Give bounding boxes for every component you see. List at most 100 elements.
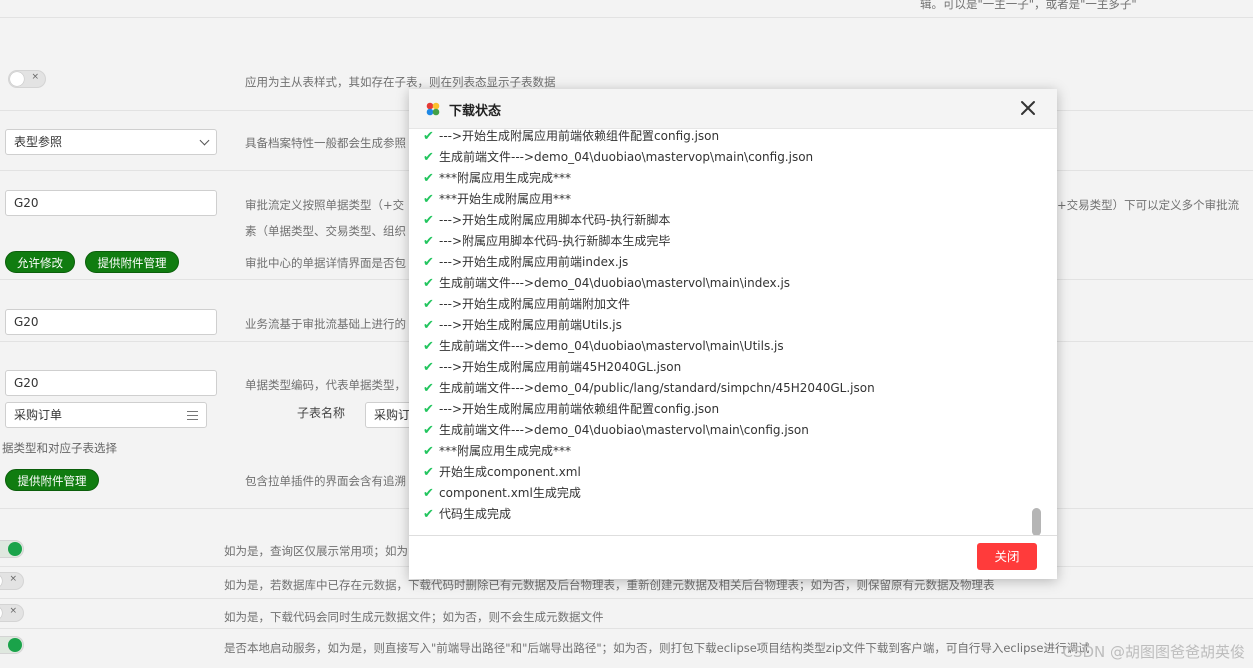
- log-line: ✔ 生成前端文件--->demo_04\duobiao\mastervol\mai…: [423, 336, 784, 357]
- log-line: ✔ 生成前端文件--->demo_04\duobiao\mastervol\mai…: [423, 420, 809, 441]
- log-line: ✔ --->开始生成附属应用脚本代码-执行新脚本: [423, 210, 670, 231]
- check-icon: ✔: [423, 423, 434, 438]
- check-icon: ✔: [423, 402, 434, 417]
- metadata-file-toggle[interactable]: ×: [0, 604, 24, 622]
- check-icon: ✔: [423, 255, 434, 270]
- bill-code-description: 单据类型编码，代表单据类型，: [245, 378, 406, 392]
- log-line: ✔ 开始生成component.xml: [423, 462, 581, 483]
- log-line-text: --->开始生成附属应用前端附加文件: [439, 297, 631, 311]
- log-line-text: component.xml生成完成: [439, 486, 581, 500]
- log-line-text: 生成前端文件--->demo_04\duobiao\mastervol\main…: [439, 423, 809, 437]
- archive-description: 具备档案特性一般都会生成参照: [245, 136, 406, 150]
- log-line: ✔ --->附属应用脚本代码-执行新脚本生成完毕: [423, 231, 670, 252]
- log-line-text: 代码生成完成: [439, 507, 512, 521]
- close-icon: ×: [9, 606, 17, 616]
- approval-description-line2: 素（单据类型、交易类型、组织: [245, 224, 406, 238]
- allow-modify-button[interactable]: 允许修改: [5, 251, 75, 273]
- check-icon: ✔: [423, 465, 434, 480]
- dialog-header: 下载状态: [409, 89, 1057, 129]
- type-ref-select[interactable]: 表型参照: [5, 129, 217, 155]
- approval-code-input[interactable]: G20: [5, 190, 217, 216]
- list-icon: [187, 411, 198, 420]
- purchase-order-select[interactable]: 采购订单: [5, 402, 207, 428]
- log-line-text: 生成前端文件--->demo_04\duobiao\mastervol\main…: [439, 339, 784, 353]
- pull-plugin-description: 包含拉单插件的界面会含有追溯: [245, 474, 406, 488]
- business-flow-description: 业务流基于审批流基础上进行的: [245, 317, 406, 331]
- log-line: ✔ --->开始生成附属应用前端45H2040GL.json: [423, 357, 681, 378]
- log-line-text: --->开始生成附属应用脚本代码-执行新脚本: [439, 213, 671, 227]
- check-icon: ✔: [423, 318, 434, 333]
- app-logo-icon: [426, 102, 440, 116]
- bill-child-select-label: 据类型和对应子表选择: [2, 441, 117, 455]
- log-line: ✔ ***附属应用生成完成***: [423, 168, 571, 189]
- toggle-knob: [8, 542, 22, 556]
- log-line: ✔ 生成前端文件--->demo_04\duobiao\mastervop\mai…: [423, 147, 813, 168]
- divider: [0, 598, 1253, 599]
- log-line-text: 生成前端文件--->demo_04/public/lang/standard/s…: [439, 381, 875, 395]
- check-icon: ✔: [423, 276, 434, 291]
- close-icon[interactable]: [1019, 99, 1037, 117]
- toggle-knob: [0, 606, 2, 620]
- check-icon: ✔: [423, 444, 434, 459]
- attachment-management-button-2[interactable]: 提供附件管理: [5, 469, 99, 491]
- purchase-order-value: 采购订单: [14, 408, 63, 422]
- log-line: ✔ component.xml生成完成: [423, 483, 581, 504]
- query-area-description: 如为是，查询区仅展示常用项；如为: [224, 544, 408, 558]
- log-line-text: ***附属应用生成完成***: [439, 171, 572, 185]
- divider: [0, 628, 1253, 629]
- log-line: ✔ --->开始生成附属应用前端附加文件: [423, 294, 630, 315]
- log-line-text: --->开始生成附属应用前端Utils.js: [439, 318, 622, 332]
- divider: [0, 17, 1253, 18]
- log-line: ✔ --->开始生成附属应用前端依赖组件配置config.json: [423, 399, 719, 420]
- check-icon: ✔: [423, 192, 434, 207]
- check-icon: ✔: [423, 486, 434, 501]
- check-icon: ✔: [423, 339, 434, 354]
- log-line-text: 生成前端文件--->demo_04\duobiao\mastervop\main…: [439, 150, 814, 164]
- child-table-label: 子表名称: [297, 406, 346, 420]
- toggle-knob: [0, 574, 2, 588]
- check-icon: ✔: [423, 213, 434, 228]
- log-line: ✔ 代码生成完成: [423, 504, 511, 525]
- log-line: ✔ --->开始生成附属应用前端Utils.js: [423, 315, 622, 336]
- watermark: CSDN @胡图图爸爸胡英俊: [1062, 643, 1245, 661]
- dialog-footer: 关闭: [409, 535, 1057, 579]
- local-service-toggle[interactable]: ✓: [0, 636, 24, 654]
- log-line-text: ***附属应用生成完成***: [439, 444, 572, 458]
- log-line-text: --->开始生成附属应用前端index.js: [439, 255, 629, 269]
- check-icon: ✔: [423, 360, 434, 375]
- business-flow-input[interactable]: G20: [5, 309, 217, 335]
- close-button[interactable]: 关闭: [977, 543, 1037, 570]
- check-icon: ✔: [423, 129, 434, 144]
- check-icon: ✔: [423, 171, 434, 186]
- log-line-text: --->开始生成附属应用前端依赖组件配置config.json: [439, 129, 720, 143]
- check-icon: ✔: [423, 297, 434, 312]
- log-line: ✔ ***附属应用生成完成***: [423, 441, 571, 462]
- close-icon: ×: [31, 72, 39, 82]
- log-line-text: --->附属应用脚本代码-执行新脚本生成完毕: [439, 234, 671, 248]
- close-icon: ×: [9, 574, 17, 584]
- download-status-dialog: 下载状态 ✔ --->开始生成附属应用前端依赖组件配置config.json ✔ 生成…: [409, 89, 1057, 579]
- chevron-down-icon: [199, 135, 210, 146]
- query-area-toggle[interactable]: ✓: [0, 540, 24, 558]
- master-detail-description: 应用为主从表样式，其如存在子表，则在列表态显示子表数据: [245, 75, 556, 89]
- bill-code-input[interactable]: G20: [5, 370, 217, 396]
- master-detail-toggle[interactable]: ×: [8, 70, 46, 88]
- rebuild-metadata-description: 如为是，若数据库中已存在元数据，下载代码时删除已有元数据及后台物理表，重新创建元…: [224, 578, 995, 592]
- approval-description-right: +交易类型）下可以定义多个审批流: [1057, 198, 1240, 212]
- check-icon: ✔: [423, 150, 434, 165]
- log-line: ✔ 生成前端文件--->demo_04\duobiao\mastervol\mai…: [423, 273, 790, 294]
- rebuild-metadata-toggle[interactable]: ×: [0, 572, 24, 590]
- toggle-knob: [10, 72, 24, 86]
- log-line-text: --->开始生成附属应用前端45H2040GL.json: [439, 360, 682, 374]
- type-ref-select-value: 表型参照: [14, 135, 63, 149]
- dialog-title: 下载状态: [449, 104, 502, 119]
- attachment-management-button[interactable]: 提供附件管理: [85, 251, 179, 273]
- log-line: ✔ ***开始生成附属应用***: [423, 189, 571, 210]
- check-icon: ✔: [423, 507, 434, 522]
- log-line-text: ***开始生成附属应用***: [439, 192, 572, 206]
- scrollbar-thumb[interactable]: [1032, 508, 1041, 536]
- download-log[interactable]: ✔ --->开始生成附属应用前端依赖组件配置config.json ✔ 生成前端文件-…: [423, 129, 1043, 535]
- toggle-knob: [8, 638, 22, 652]
- top-note: 辑。可以是"一主一子"，或者是"一主多子": [920, 0, 1137, 11]
- metadata-file-description: 如为是，下载代码会同时生成元数据文件；如为否，则不会生成元数据文件: [224, 610, 604, 624]
